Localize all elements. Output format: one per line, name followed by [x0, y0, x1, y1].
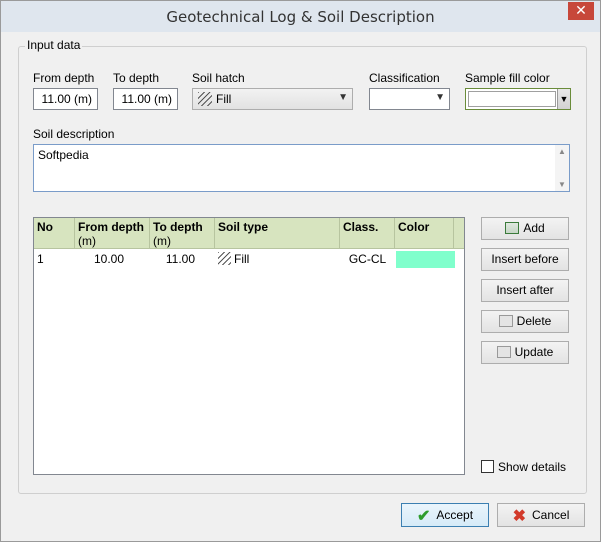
add-button[interactable]: Add: [481, 217, 569, 240]
main-window: Geotechnical Log & Soil Description ✕ In…: [0, 0, 601, 542]
cross-icon: ✖: [512, 508, 527, 525]
insert-after-button[interactable]: Insert after: [481, 279, 569, 302]
column-header-soil-type[interactable]: Soil type: [215, 218, 340, 249]
cell-to-depth: 11.00: [165, 252, 195, 266]
accept-button[interactable]: ✔ Accept: [401, 503, 489, 527]
soil-description-label: Soil description: [33, 127, 115, 141]
delete-button[interactable]: Delete: [481, 310, 569, 333]
cell-color-swatch: [396, 251, 455, 268]
cell-no: 1: [37, 252, 44, 266]
color-swatch: [468, 91, 556, 107]
soil-hatch-select[interactable]: Fill ▼: [192, 88, 353, 110]
dialog-content: Input data From depth To depth Soil hatc…: [1, 32, 600, 541]
add-row-icon: [505, 222, 520, 234]
to-depth-label: To depth: [113, 71, 160, 85]
input-data-legend: Input data: [25, 38, 83, 52]
column-header-no[interactable]: No: [34, 218, 75, 249]
scroll-down-icon[interactable]: ▼: [558, 180, 566, 189]
to-depth-input[interactable]: 11.00 (m): [113, 88, 178, 110]
soil-hatch-label: Soil hatch: [192, 71, 245, 85]
column-header-class[interactable]: Class.: [340, 218, 395, 249]
scroll-up-icon[interactable]: ▲: [558, 147, 566, 156]
column-header-to-depth[interactable]: To depth (m): [150, 218, 215, 249]
column-header-from-depth[interactable]: From depth (m): [75, 218, 150, 249]
checkmark-icon: ✔: [416, 508, 431, 525]
chevron-down-icon[interactable]: ▼: [557, 89, 570, 109]
hatch-icon: [218, 252, 231, 265]
classification-select[interactable]: ▼: [369, 88, 450, 110]
column-header-filler: [454, 218, 464, 249]
soil-layers-table[interactable]: No From depth (m) To depth (m) Soil type C…: [33, 217, 465, 475]
cell-class: GC-CL: [348, 252, 387, 266]
soil-description-input[interactable]: Softpedia ▲ ▼: [33, 144, 570, 192]
chevron-down-icon: ▼: [338, 92, 348, 103]
sample-fill-color-label: Sample fill color: [465, 71, 550, 85]
soil-hatch-value: Fill: [216, 92, 232, 106]
sample-fill-color-picker[interactable]: ▼: [465, 88, 571, 110]
update-row-icon: [496, 346, 511, 358]
close-button[interactable]: ✕: [568, 2, 594, 20]
update-button[interactable]: Update: [481, 341, 569, 364]
description-scrollbar[interactable]: ▲ ▼: [555, 145, 569, 191]
from-depth-label: From depth: [33, 71, 95, 85]
insert-before-button[interactable]: Insert before: [481, 248, 569, 271]
hatch-icon: [198, 92, 212, 106]
show-details-label[interactable]: Show details: [498, 460, 566, 474]
chevron-down-icon: ▼: [435, 92, 445, 103]
column-header-color[interactable]: Color: [395, 218, 454, 249]
cancel-button[interactable]: ✖ Cancel: [497, 503, 585, 527]
title-bar[interactable]: Geotechnical Log & Soil Description ✕: [1, 1, 600, 32]
delete-row-icon: [498, 315, 513, 327]
window-title: Geotechnical Log & Soil Description: [166, 8, 435, 26]
classification-label: Classification: [369, 71, 440, 85]
cell-soil-type: Fill: [215, 249, 340, 269]
soil-description-text: Softpedia: [38, 148, 89, 162]
cell-from-depth: 10.00: [93, 252, 124, 266]
from-depth-input[interactable]: 11.00 (m): [33, 88, 98, 110]
show-details-checkbox[interactable]: [481, 460, 494, 473]
